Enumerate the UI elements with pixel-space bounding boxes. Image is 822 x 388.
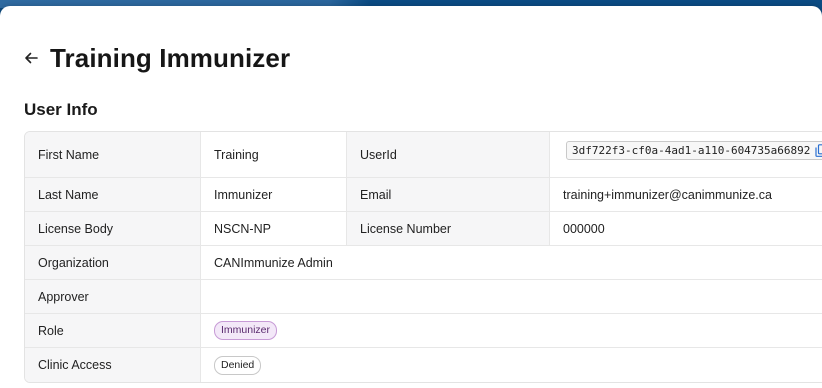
- license-number-label: License Number: [347, 212, 550, 245]
- table-row: Last Name Immunizer Email training+immun…: [25, 178, 822, 212]
- table-row: Role Immunizer: [25, 314, 822, 348]
- last-name-label: Last Name: [25, 178, 201, 211]
- user-id-value: 3df722f3-cf0a-4ad1-a110-604735a66892: [572, 144, 811, 157]
- approver-value: [201, 280, 822, 313]
- email-label: Email: [347, 178, 550, 211]
- email-value: training+immunizer@canimmunize.ca: [563, 187, 772, 202]
- table-row: First Name Training UserId 3df722f3-cf0a…: [25, 132, 822, 178]
- clinic-access-label: Clinic Access: [25, 348, 201, 382]
- back-button[interactable]: [22, 49, 40, 67]
- user-info-table: First Name Training UserId 3df722f3-cf0a…: [24, 131, 822, 383]
- table-row: Approver: [25, 280, 822, 314]
- license-body-value: NSCN-NP: [201, 212, 347, 245]
- first-name-label: First Name: [25, 132, 201, 177]
- section-title-user-info: User Info: [24, 100, 98, 119]
- clinic-access-cell: Denied: [201, 348, 822, 382]
- organization-value: CANImmunize Admin: [214, 255, 333, 270]
- last-name-value: Immunizer: [201, 178, 347, 211]
- user-id-cell: 3df722f3-cf0a-4ad1-a110-604735a66892: [550, 132, 822, 177]
- user-id-code: 3df722f3-cf0a-4ad1-a110-604735a66892: [566, 141, 822, 160]
- approver-label: Approver: [25, 280, 201, 313]
- page-title: Training Immunizer: [50, 42, 291, 73]
- page-header: Training Immunizer: [22, 42, 290, 74]
- clinic-access-badge: Denied: [214, 355, 262, 375]
- arrow-left-icon: [25, 52, 38, 64]
- table-row: License Body NSCN-NP License Number 0000…: [25, 212, 822, 246]
- organization-label: Organization: [25, 246, 201, 279]
- role-badge: Immunizer: [214, 321, 278, 340]
- table-row: Clinic Access Denied: [25, 348, 822, 382]
- license-number-value: 000000: [563, 221, 605, 236]
- copy-icon[interactable]: [815, 144, 822, 157]
- license-body-label: License Body: [25, 212, 201, 245]
- user-id-label: UserId: [347, 132, 550, 177]
- table-row: Organization CANImmunize Admin: [25, 246, 822, 280]
- role-cell: Immunizer: [201, 314, 822, 347]
- first-name-value: Training: [201, 132, 347, 177]
- role-label: Role: [25, 314, 201, 347]
